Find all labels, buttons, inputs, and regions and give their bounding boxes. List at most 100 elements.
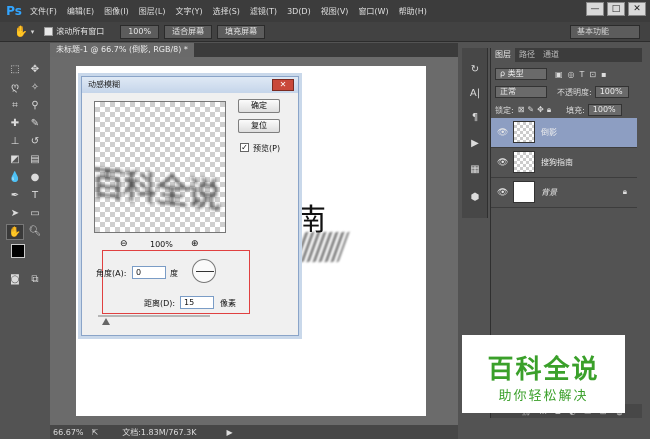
tab-layers[interactable]: 图层 <box>491 48 515 62</box>
menu-select[interactable]: 选择(S) <box>208 6 245 17</box>
layer-row[interactable]: 👁︎ 倒影 <box>491 118 637 148</box>
distance-slider-track[interactable] <box>98 315 210 317</box>
actions-panel-icon[interactable]: ▶ <box>466 136 484 152</box>
eraser-tool-icon[interactable]: ◩ <box>6 152 24 168</box>
menu-window[interactable]: 窗口(W) <box>353 6 393 17</box>
layer-kind-filter[interactable]: ρ 类型 <box>495 68 547 80</box>
layer-thumbnail <box>513 181 535 203</box>
layer-name[interactable]: 倒影 <box>541 127 557 138</box>
watermark-subtitle: 助你轻松解决 <box>498 389 589 404</box>
angle-input[interactable]: 0 <box>132 266 166 279</box>
paragraph-panel-icon[interactable]: ¶ <box>466 110 484 126</box>
marquee-tool-icon[interactable]: ⬚ <box>6 62 24 78</box>
blend-mode-select[interactable]: 正常 <box>495 86 547 98</box>
tool-preset-chevron-icon[interactable]: ▾ <box>31 28 35 36</box>
preview-checkbox[interactable]: ✓ <box>240 143 249 152</box>
distance-input[interactable]: 15 <box>180 296 214 309</box>
menu-image[interactable]: 图像(I) <box>99 6 134 17</box>
visibility-eye-icon[interactable]: 👁︎ <box>497 188 508 198</box>
hand-tool-icon[interactable]: ✋ <box>14 25 28 38</box>
workspace-select[interactable]: 基本功能 <box>570 25 640 39</box>
export-icon[interactable]: ⇱ <box>92 428 99 437</box>
document-tab[interactable]: 未标题-1 @ 66.7% (倒影, RGB/8) * <box>50 43 194 57</box>
ok-button[interactable]: 确定 <box>238 99 280 113</box>
screen-mode-icon[interactable]: ⧉ <box>26 272 44 288</box>
gradient-tool-icon[interactable]: ▤ <box>26 152 44 168</box>
motion-blur-dialog: 动感模糊 ✕ 百科全说 确定 复位 ✓ 预览(P) ⊖ 100% ⊕ 角度(A)… <box>81 76 299 336</box>
angle-label: 角度(A): <box>96 269 127 278</box>
minimize-button[interactable]: — <box>586 2 604 16</box>
eyedropper-tool-icon[interactable]: ⚲ <box>26 98 44 114</box>
healing-brush-tool-icon[interactable]: ✚ <box>6 116 24 132</box>
history-brush-tool-icon[interactable]: ↺ <box>26 134 44 150</box>
dialog-close-button[interactable]: ✕ <box>272 79 294 91</box>
clone-stamp-tool-icon[interactable]: ⊥ <box>6 134 24 150</box>
menu-edit[interactable]: 编辑(E) <box>62 6 99 17</box>
menu-bar: Ps 文件(F) 编辑(E) 图像(I) 图层(L) 文字(Y) 选择(S) 滤… <box>0 0 650 22</box>
pen-tool-icon[interactable]: ✒ <box>6 188 24 204</box>
layer-name[interactable]: 背景 <box>541 187 557 198</box>
menu-layer[interactable]: 图层(L) <box>134 6 171 17</box>
panel-tabs: 图层 路径 通道 <box>491 48 642 62</box>
fill-screen-button[interactable]: 填充屏幕 <box>217 24 266 39</box>
restore-button[interactable]: □ <box>607 2 625 16</box>
menu-view[interactable]: 视图(V) <box>316 6 354 17</box>
visibility-eye-icon[interactable]: 👁︎ <box>497 158 508 168</box>
menu-type[interactable]: 文字(Y) <box>170 6 207 17</box>
dialog-title: 动感模糊 <box>82 77 298 93</box>
zoom-100-button[interactable]: 100% <box>120 24 160 39</box>
filter-icons[interactable]: ▣◎T⊡▪ <box>555 70 612 79</box>
menu-file[interactable]: 文件(F) <box>25 6 62 17</box>
distance-slider-thumb[interactable] <box>102 318 110 325</box>
layer-row[interactable]: 👁︎ 搜狗指南 <box>491 148 637 178</box>
opacity-input[interactable]: 100% <box>594 86 629 98</box>
status-arrow-icon[interactable]: ▶ <box>226 428 232 437</box>
zoom-in-icon[interactable]: ⊕ <box>191 239 199 249</box>
history-panel-icon[interactable]: ↻ <box>466 62 484 78</box>
tools-panel: ⬚ ✥ ღ ✧ ⌗ ⚲ ✚ ✎ ⊥ ↺ ◩ ▤ 💧 ● ✒ T ➤ ▭ ✋ 🔍︎… <box>4 58 48 298</box>
blur-tool-icon[interactable]: 💧 <box>6 170 24 186</box>
lock-icons[interactable]: ⊠✎✥🔒︎ <box>518 105 554 115</box>
filter-preview[interactable]: 百科全说 <box>94 101 226 233</box>
move-tool-icon[interactable]: ✥ <box>26 62 44 78</box>
foreground-color-swatch[interactable] <box>11 244 25 258</box>
zoom-level[interactable]: 66.67% <box>50 428 84 437</box>
preview-blurred-text: 百科全说 <box>94 163 219 217</box>
visibility-eye-icon[interactable]: 👁︎ <box>497 128 508 138</box>
menu-3d[interactable]: 3D(D) <box>282 7 316 16</box>
hand-tool-icon[interactable]: ✋ <box>6 224 24 240</box>
zoom-out-icon[interactable]: ⊖ <box>120 239 128 249</box>
angle-dial-line <box>196 271 214 272</box>
lasso-tool-icon[interactable]: ღ <box>6 80 24 96</box>
magic-wand-tool-icon[interactable]: ✧ <box>26 80 44 96</box>
layer-row[interactable]: 👁︎ 背景 🔒︎ <box>491 178 637 208</box>
rectangle-tool-icon[interactable]: ▭ <box>26 206 44 222</box>
collapsed-panel-dock: ↻ A| ¶ ▶ ▦ ⬢ <box>462 48 488 218</box>
photoshop-logo: Ps <box>6 4 22 18</box>
character-panel-icon[interactable]: A| <box>466 86 484 102</box>
scroll-all-checkbox[interactable] <box>44 27 54 36</box>
quick-mask-icon[interactable]: ◙ <box>6 272 24 288</box>
tab-channels[interactable]: 通道 <box>539 48 563 62</box>
angle-dial[interactable] <box>192 259 216 283</box>
layer-name[interactable]: 搜狗指南 <box>541 157 573 168</box>
status-bar: 66.67% ⇱ 文档:1.83M/767.3K ▶ <box>50 425 458 439</box>
fit-screen-button[interactable]: 适合屏幕 <box>164 24 213 39</box>
fill-input[interactable]: 100% <box>587 104 622 116</box>
menu-help[interactable]: 帮助(H) <box>394 6 432 17</box>
brush-tool-icon[interactable]: ✎ <box>26 116 44 132</box>
fill-label: 填充: <box>566 105 585 115</box>
layer-thumbnail <box>513 151 535 173</box>
zoom-tool-icon[interactable]: 🔍︎ <box>26 224 44 240</box>
crop-tool-icon[interactable]: ⌗ <box>6 98 24 114</box>
dodge-tool-icon[interactable]: ● <box>26 170 44 186</box>
tab-paths[interactable]: 路径 <box>515 48 539 62</box>
reset-button[interactable]: 复位 <box>238 119 280 133</box>
adjustments-panel-icon[interactable]: ▦ <box>466 162 484 178</box>
close-button[interactable]: ✕ <box>628 2 646 16</box>
path-selection-tool-icon[interactable]: ➤ <box>6 206 24 222</box>
distance-unit: 像素 <box>220 299 236 308</box>
type-tool-icon[interactable]: T <box>26 188 44 204</box>
3d-panel-icon[interactable]: ⬢ <box>466 190 484 206</box>
menu-filter[interactable]: 滤镜(T) <box>245 6 282 17</box>
